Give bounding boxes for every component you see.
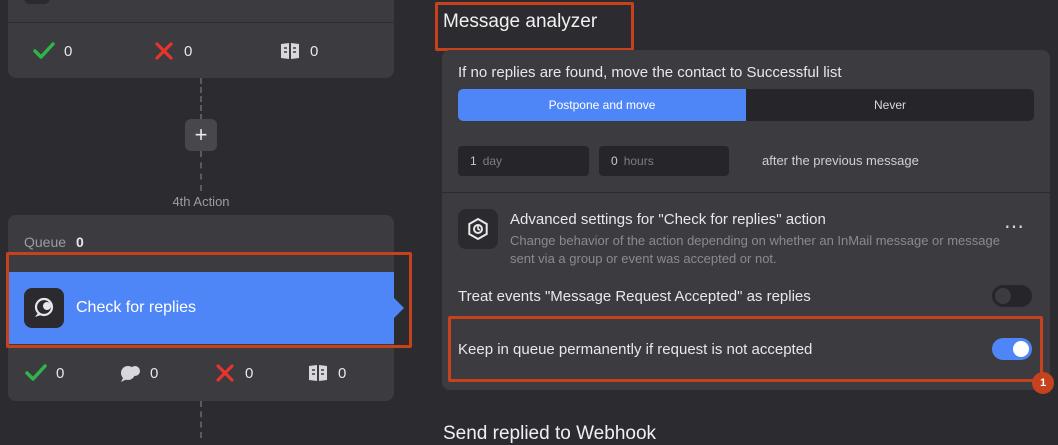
stat-success-count: 0 bbox=[56, 364, 65, 382]
action-caption: 4th Action bbox=[172, 194, 230, 209]
stat-skipped-count: 0 bbox=[338, 364, 347, 382]
queue-count: 0 bbox=[75, 234, 84, 250]
next-section-title: Send replied to Webhook bbox=[443, 423, 657, 444]
cross-icon bbox=[213, 362, 237, 384]
stat-failed-count: 0 bbox=[245, 364, 254, 382]
stat-replied: 0 bbox=[118, 362, 158, 384]
treat-events-label: Treat events "Message Request Accepted" … bbox=[458, 288, 811, 305]
stat-replied-count: 0 bbox=[150, 364, 159, 382]
skip-icon bbox=[278, 40, 302, 62]
no-reply-label: If no replies are found, move the contac… bbox=[458, 64, 842, 81]
section-title-highlight bbox=[435, 2, 634, 51]
stat-success: 0 bbox=[32, 40, 72, 62]
more-options-icon[interactable]: ⋯ bbox=[1004, 214, 1024, 239]
add-action-button[interactable]: + bbox=[185, 119, 217, 151]
segment-postpone-and-move[interactable]: Postpone and move bbox=[458, 89, 746, 121]
postpone-segmented-control[interactable]: Postpone and move Never bbox=[458, 89, 1034, 121]
previous-action-card: 0 0 0 bbox=[8, 0, 394, 78]
queue-label: Queue bbox=[24, 234, 67, 250]
gear-icon bbox=[468, 217, 488, 241]
segment-never[interactable]: Never bbox=[746, 89, 1034, 121]
advanced-settings-title: Advanced settings for "Check for replies… bbox=[510, 211, 826, 228]
keep-in-queue-highlight bbox=[448, 316, 1043, 382]
advanced-settings-icon bbox=[458, 209, 498, 249]
action-highlight-frame bbox=[6, 252, 412, 348]
cross-icon bbox=[152, 40, 176, 62]
hours-unit: hours bbox=[623, 154, 654, 168]
days-value: 1 bbox=[470, 154, 477, 168]
stat-skipped-count: 0 bbox=[310, 42, 319, 60]
hours-input[interactable]: 0 hours bbox=[599, 146, 729, 176]
stat-failed: 0 bbox=[152, 40, 192, 62]
flow-connector-mid bbox=[200, 151, 202, 191]
plus-icon: + bbox=[194, 122, 208, 147]
advanced-settings-description: Change behavior of the action depending … bbox=[510, 233, 1000, 266]
flow-connector-bottom bbox=[200, 401, 202, 438]
annotation-badge: 1 bbox=[1032, 372, 1054, 394]
stat-skipped: 0 bbox=[306, 362, 346, 384]
stat-failed-count: 0 bbox=[184, 42, 193, 60]
stat-skipped: 0 bbox=[278, 40, 318, 62]
toggle-knob bbox=[995, 288, 1011, 304]
checkmark-icon bbox=[32, 40, 56, 62]
skip-icon bbox=[306, 362, 330, 384]
flow-connector-top bbox=[200, 78, 202, 120]
stat-failed: 0 bbox=[213, 362, 253, 384]
days-unit: day bbox=[482, 154, 503, 168]
stat-success-count: 0 bbox=[64, 42, 73, 60]
queue-row: Queue 0 bbox=[24, 234, 84, 250]
reply-bubbles-icon bbox=[118, 362, 142, 384]
treat-events-toggle[interactable] bbox=[992, 285, 1032, 307]
card-icon-stub bbox=[24, 0, 50, 4]
checkmark-icon bbox=[24, 362, 48, 384]
days-input[interactable]: 1 day bbox=[458, 146, 589, 176]
hours-value: 0 bbox=[611, 154, 618, 168]
after-text: after the previous message bbox=[762, 153, 919, 168]
stat-success: 0 bbox=[24, 362, 64, 384]
